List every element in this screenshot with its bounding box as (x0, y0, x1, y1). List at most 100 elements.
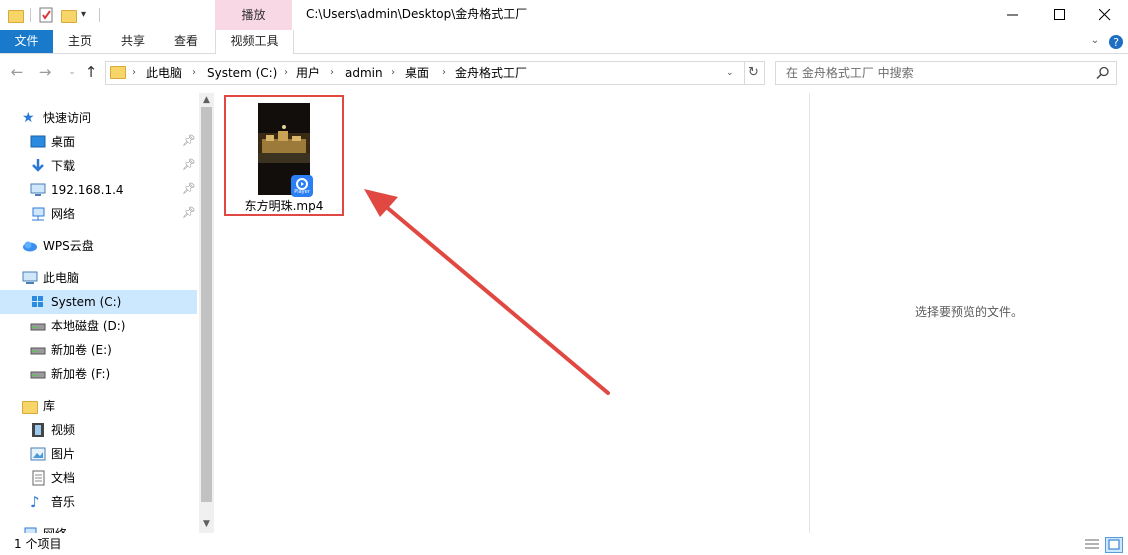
nav-label: 新加卷 (E:) (51, 343, 112, 357)
breadcrumb-separator: › (391, 67, 395, 78)
desktop-icon (30, 134, 46, 150)
refresh-icon: ↻ (748, 65, 759, 80)
nav-label: 视频 (51, 423, 76, 437)
nav-drive-d[interactable]: 本地磁盘 (D:) (0, 314, 197, 338)
scroll-up-icon[interactable]: ▲ (199, 93, 214, 107)
nav-this-pc[interactable]: 此电脑 (0, 266, 197, 290)
drive-icon (30, 342, 46, 358)
svg-text:?: ? (1113, 36, 1119, 49)
new-folder-icon[interactable] (61, 7, 77, 23)
window-title: C:\Users\admin\Desktop\金舟格式工厂 (306, 7, 528, 21)
item-count: 1 个项目 (14, 537, 62, 551)
breadcrumb-current-folder[interactable]: 金舟格式工厂 (455, 62, 527, 84)
tab-share[interactable]: 共享 (113, 30, 153, 53)
nav-wps-cloud[interactable]: WPS云盘 (0, 234, 197, 258)
recent-locations-icon[interactable]: ⌄ (63, 63, 81, 81)
scroll-down-icon[interactable]: ▼ (199, 517, 214, 531)
scrollbar-thumb[interactable] (201, 107, 212, 502)
nav-label: System (C:) (51, 295, 122, 309)
breadcrumb-separator: › (284, 67, 288, 78)
nav-label: 音乐 (51, 495, 76, 509)
minimize-button[interactable] (990, 0, 1036, 30)
nav-quick-access[interactable]: ★ 快速访问 (0, 106, 197, 130)
nav-drive-c[interactable]: System (C:) (0, 290, 197, 314)
nav-label: 快速访问 (43, 111, 92, 125)
large-icons-view-icon[interactable] (1105, 537, 1123, 553)
nav-label: 网络 (43, 522, 67, 533)
pin-icon[interactable]: 📌︎ (182, 158, 196, 172)
nav-label: WPS云盘 (43, 239, 94, 253)
breadcrumb-this-pc[interactable]: 此电脑 (146, 62, 182, 84)
divider (30, 8, 31, 22)
navigation-pane: ★ 快速访问 桌面 📌︎ 下载 📌︎ 192.168.1.4 📌︎ 网络 📌︎ … (0, 93, 199, 533)
document-icon (30, 470, 46, 486)
breadcrumb-separator: › (192, 67, 196, 78)
title-bar: ▾ 播放 C:\Users\admin\Desktop\金舟格式工厂 (0, 0, 1128, 30)
help-icon[interactable]: ? (1108, 34, 1124, 50)
nav-pictures[interactable]: 图片 (0, 442, 197, 466)
tab-file[interactable]: 文件 (0, 30, 53, 53)
tab-home[interactable]: 主页 (60, 30, 100, 53)
cloud-icon (22, 238, 38, 254)
refresh-button[interactable]: ↻ (743, 61, 765, 85)
maximize-button[interactable] (1037, 0, 1083, 30)
pin-icon[interactable]: 📌︎ (182, 206, 196, 220)
search-input[interactable]: 在 金舟格式工厂 中搜索 (775, 61, 1117, 85)
nav-label: 下载 (51, 159, 76, 173)
nav-scrollbar[interactable]: ▲ ▼ (199, 93, 214, 533)
nav-label: 库 (43, 399, 56, 413)
collapse-ribbon-icon[interactable]: ⌄ (1088, 34, 1102, 48)
navigation-bar: ← → ⌄ ↑ › 此电脑 › System (C:) › 用户 › admin… (0, 59, 1128, 87)
library-icon (22, 398, 38, 414)
breadcrumb-admin[interactable]: admin (345, 62, 383, 84)
breadcrumb-separator: › (132, 67, 136, 78)
pin-icon[interactable]: 📌︎ (182, 134, 196, 148)
nav-videos[interactable]: 视频 (0, 418, 197, 442)
nav-network-partial[interactable]: 网络 (0, 522, 197, 533)
nav-network[interactable]: 网络 📌︎ (0, 202, 197, 226)
nav-label: 桌面 (51, 135, 76, 149)
drive-icon (30, 318, 46, 334)
network-icon (22, 526, 38, 533)
search-icon[interactable] (1096, 66, 1110, 80)
nav-libraries[interactable]: 库 (0, 394, 197, 418)
tab-view[interactable]: 查看 (166, 30, 206, 53)
nav-network-share[interactable]: 192.168.1.4 📌︎ (0, 178, 197, 202)
music-icon: ♪ (30, 493, 40, 511)
breadcrumb-system-c[interactable]: System (C:) (207, 62, 277, 84)
nav-music[interactable]: ♪ 音乐 (0, 490, 197, 514)
properties-icon[interactable] (38, 7, 54, 23)
nav-desktop[interactable]: 桌面 📌︎ (0, 130, 197, 154)
address-bar[interactable]: › 此电脑 › System (C:) › 用户 › admin › 桌面 › … (105, 61, 745, 85)
nav-label: 网络 (51, 207, 76, 221)
star-icon: ★ (22, 110, 35, 126)
tab-video-tools[interactable]: 视频工具 (215, 30, 294, 54)
nav-label: 此电脑 (43, 271, 80, 285)
up-arrow-icon[interactable]: ↑ (82, 63, 100, 81)
playback-context-header: 播放 (215, 0, 292, 30)
pin-icon[interactable]: 📌︎ (182, 182, 196, 196)
nav-downloads[interactable]: 下载 📌︎ (0, 154, 197, 178)
monitor-icon (30, 182, 46, 198)
nav-drive-f[interactable]: 新加卷 (F:) (0, 362, 197, 386)
nav-drive-e[interactable]: 新加卷 (E:) (0, 338, 197, 362)
breadcrumb-desktop[interactable]: 桌面 (405, 62, 429, 84)
close-button[interactable] (1082, 0, 1128, 30)
search-placeholder: 在 金舟格式工厂 中搜索 (786, 66, 914, 80)
forward-arrow-icon[interactable]: → (36, 63, 54, 81)
details-view-icon[interactable] (1084, 537, 1100, 551)
breadcrumb-separator: › (330, 67, 334, 78)
folder-icon (110, 65, 126, 79)
nav-documents[interactable]: 文档 (0, 466, 197, 490)
divider (99, 8, 100, 22)
back-arrow-icon[interactable]: ← (8, 63, 26, 81)
network-icon (30, 206, 46, 222)
nav-label: 图片 (51, 447, 76, 461)
customize-toolbar-icon[interactable]: ▾ (81, 7, 97, 23)
breadcrumb-users[interactable]: 用户 (296, 62, 320, 84)
picture-icon (30, 446, 46, 462)
drive-icon (30, 366, 46, 382)
address-dropdown-icon[interactable]: ⌄ (726, 62, 734, 84)
system-drive-icon (30, 294, 46, 310)
computer-icon (22, 270, 38, 286)
